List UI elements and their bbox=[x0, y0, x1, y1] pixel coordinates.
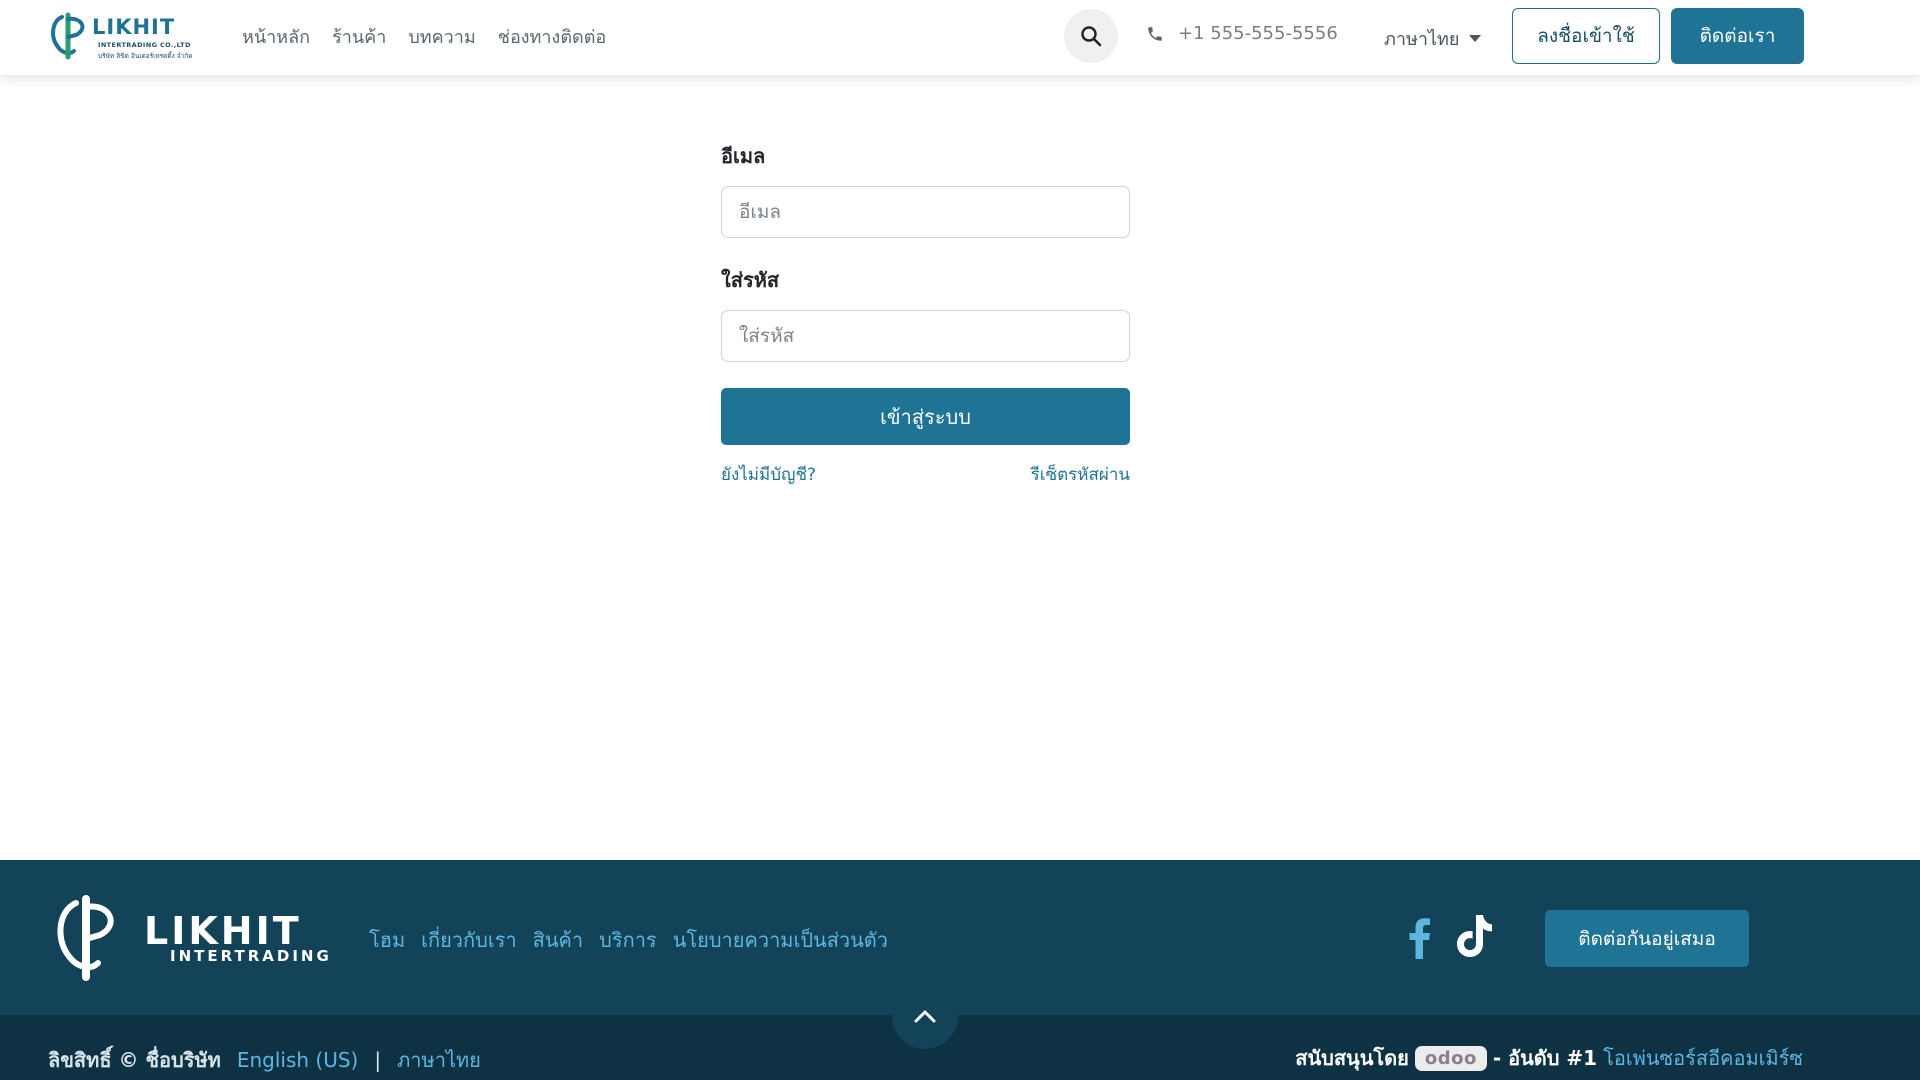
phone-contact[interactable]: +1 555-555-5556 bbox=[1146, 23, 1338, 44]
footer-nav-home[interactable]: โฮม bbox=[369, 924, 405, 956]
contact-us-button[interactable]: ติดต่อเรา bbox=[1671, 8, 1804, 64]
logo-mark-icon bbox=[51, 12, 85, 60]
nav-item-shop[interactable]: ร้านค้า bbox=[332, 22, 386, 51]
footer-nav-products[interactable]: สินค้า bbox=[533, 924, 584, 956]
lang-separator: | bbox=[374, 1048, 382, 1072]
signup-link[interactable]: ยังไม่มีบัญชี? bbox=[721, 461, 816, 488]
tiktok-icon[interactable] bbox=[1452, 913, 1494, 959]
reset-password-link[interactable]: รีเซ็ตรหัสผ่าน bbox=[1031, 461, 1130, 488]
email-field[interactable] bbox=[721, 186, 1130, 238]
facebook-icon[interactable] bbox=[1404, 915, 1434, 959]
nav-item-home[interactable]: หน้าหลัก bbox=[242, 22, 310, 51]
nav-item-contact[interactable]: ช่องทางติดต่อ bbox=[498, 22, 606, 51]
powered-by: สนับสนุนโดย odoo - อันดับ #1 โอเพ่นซอร์ส… bbox=[1295, 1042, 1803, 1074]
password-field[interactable] bbox=[721, 310, 1130, 362]
footer-logo-tagline: INTERTRADING bbox=[170, 947, 332, 965]
footer-logo[interactable]: LIKHIT INTERTRADING bbox=[52, 893, 329, 983]
site-header: LIKHIT INTERTRADING CO.,LTD บริษัท ลิขิต… bbox=[0, 0, 1920, 75]
language-label: ภาษาไทย bbox=[1384, 29, 1460, 50]
footer-nav: โฮม เกี่ยวกับเรา สินค้า บริการ นโยบายควา… bbox=[369, 924, 888, 956]
phone-icon bbox=[1148, 26, 1162, 41]
main-nav: หน้าหลัก ร้านค้า บทความ ช่องทางติดต่อ bbox=[242, 22, 606, 51]
login-links: ยังไม่มีบัญชี? รีเซ็ตรหัสผ่าน bbox=[721, 461, 1130, 488]
sign-in-button[interactable]: ลงชื่อเข้าใช้ bbox=[1512, 8, 1660, 64]
rank-text: - อันดับ #1 bbox=[1492, 1046, 1598, 1070]
logo-wordmark: LIKHIT bbox=[92, 15, 176, 39]
caret-down-icon bbox=[1469, 35, 1482, 42]
logo-tagline: INTERTRADING CO.,LTD bbox=[98, 41, 191, 49]
odoo-logo[interactable]: odoo bbox=[1414, 1045, 1487, 1071]
copyright-bar: ลิขสิทธิ์ © ชื่อบริษัท English (US) | ภา… bbox=[48, 1044, 481, 1076]
stay-in-touch-button[interactable]: ติดต่อกันอยู่เสมอ bbox=[1545, 910, 1749, 967]
back-to-top-button[interactable] bbox=[892, 983, 958, 1049]
ecommerce-link[interactable]: โอเพ่นซอร์สอีคอมเมิร์ซ bbox=[1603, 1042, 1803, 1074]
search-button[interactable] bbox=[1064, 9, 1118, 63]
password-label: ใส่รหัส bbox=[721, 268, 780, 292]
powered-by-label: สนับสนุนโดย bbox=[1295, 1046, 1409, 1070]
login-form: อีเมล ใส่รหัส เข้าสู่ระบบ ยังไม่มีบัญชี?… bbox=[721, 140, 1130, 488]
nav-item-blog[interactable]: บทความ bbox=[408, 22, 475, 51]
footer-nav-about[interactable]: เกี่ยวกับเรา bbox=[421, 924, 517, 956]
lang-thai-link[interactable]: ภาษาไทย bbox=[397, 1044, 481, 1076]
language-selector[interactable]: ภาษาไทย bbox=[1384, 24, 1482, 53]
footer-nav-services[interactable]: บริการ bbox=[599, 924, 657, 956]
login-submit-button[interactable]: เข้าสู่ระบบ bbox=[721, 388, 1130, 445]
email-label: อีเมล bbox=[721, 144, 766, 168]
chevron-up-icon bbox=[914, 1010, 936, 1023]
logo-tagline-thai: บริษัท ลิขิต อินเตอร์เทรดดิ้ง จำกัด bbox=[98, 52, 193, 60]
search-icon bbox=[1081, 26, 1102, 47]
phone-number: +1 555-555-5556 bbox=[1178, 23, 1338, 44]
lang-english-link[interactable]: English (US) bbox=[237, 1048, 359, 1072]
site-logo[interactable]: LIKHIT INTERTRADING CO.,LTD บริษัท ลิขิต… bbox=[48, 11, 196, 61]
footer-nav-privacy[interactable]: นโยบายความเป็นส่วนตัว bbox=[673, 924, 888, 956]
footer-logo-mark-icon bbox=[57, 895, 114, 981]
copyright-text: ลิขสิทธิ์ © ชื่อบริษัท bbox=[48, 1048, 221, 1072]
